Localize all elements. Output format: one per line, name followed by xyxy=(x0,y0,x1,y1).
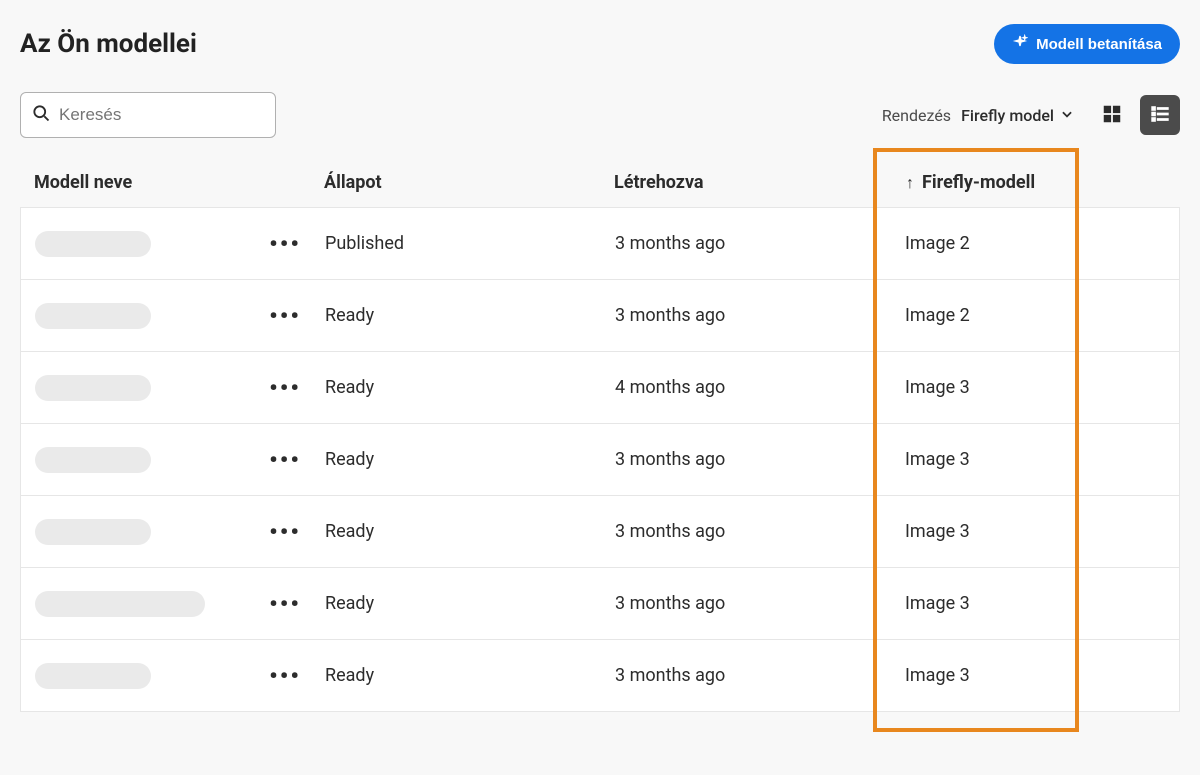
more-actions-button[interactable]: ••• xyxy=(269,230,301,258)
model-name-placeholder xyxy=(35,591,205,617)
page-title: Az Ön modellei xyxy=(20,29,197,59)
list-view-button[interactable] xyxy=(1140,95,1180,135)
table-row[interactable]: ••• Ready3 months agoImage 3 xyxy=(21,640,1179,712)
status-cell: Ready xyxy=(325,377,615,398)
created-cell: 4 months ago xyxy=(615,377,865,398)
table-row[interactable]: ••• Ready3 months agoImage 3 xyxy=(21,496,1179,568)
more-actions-button[interactable]: ••• xyxy=(269,302,301,330)
grid-view-button[interactable] xyxy=(1092,95,1132,135)
created-cell: 3 months ago xyxy=(615,305,865,326)
table-row[interactable]: ••• Ready3 months agoImage 3 xyxy=(21,424,1179,496)
firefly-model-cell: Image 3 xyxy=(865,521,1165,542)
table-row[interactable]: ••• Ready3 months agoImage 3 xyxy=(21,568,1179,640)
firefly-model-cell: Image 3 xyxy=(865,593,1165,614)
status-cell: Published xyxy=(325,233,615,254)
created-cell: 3 months ago xyxy=(615,593,865,614)
firefly-model-cell: Image 3 xyxy=(865,377,1165,398)
created-cell: 3 months ago xyxy=(615,449,865,470)
created-cell: 3 months ago xyxy=(615,521,865,542)
status-cell: Ready xyxy=(325,449,615,470)
more-actions-button[interactable]: ••• xyxy=(269,662,301,690)
firefly-model-cell: Image 3 xyxy=(865,665,1165,686)
table-row[interactable]: ••• Ready4 months agoImage 3 xyxy=(21,352,1179,424)
created-cell: 3 months ago xyxy=(615,233,865,254)
list-icon xyxy=(1149,103,1171,128)
model-name-placeholder xyxy=(35,375,151,401)
column-header-firefly[interactable]: ↑ Firefly-modell xyxy=(866,172,1166,193)
status-cell: Ready xyxy=(325,521,615,542)
column-header-created[interactable]: Létrehozva xyxy=(614,172,866,193)
column-header-status[interactable]: Állapot xyxy=(324,172,614,193)
more-actions-button[interactable]: ••• xyxy=(269,590,301,618)
search-field[interactable] xyxy=(20,92,276,138)
grid-icon xyxy=(1101,103,1123,128)
model-name-placeholder xyxy=(35,231,151,257)
sort-selected-value: Firefly model xyxy=(961,106,1054,125)
more-actions-button[interactable]: ••• xyxy=(269,518,301,546)
sort-select[interactable]: Firefly model xyxy=(961,106,1074,125)
table-row[interactable]: ••• Ready3 months agoImage 2 xyxy=(21,280,1179,352)
search-icon xyxy=(31,103,51,127)
train-model-button-label: Modell betanítása xyxy=(1036,36,1162,53)
firefly-model-cell: Image 3 xyxy=(865,449,1165,470)
status-cell: Ready xyxy=(325,665,615,686)
firefly-model-cell: Image 2 xyxy=(865,305,1165,326)
table-row[interactable]: ••• Published3 months agoImage 2 xyxy=(21,208,1179,280)
column-header-name[interactable]: Modell neve xyxy=(34,172,324,193)
more-actions-button[interactable]: ••• xyxy=(269,446,301,474)
created-cell: 3 months ago xyxy=(615,665,865,686)
status-cell: Ready xyxy=(325,305,615,326)
column-header-firefly-label: Firefly-modell xyxy=(922,172,1035,193)
firefly-model-cell: Image 2 xyxy=(865,233,1165,254)
search-input[interactable] xyxy=(51,99,288,131)
model-name-placeholder xyxy=(35,303,151,329)
model-name-placeholder xyxy=(35,519,151,545)
chevron-down-icon xyxy=(1060,106,1074,125)
sort-ascending-icon: ↑ xyxy=(906,173,914,193)
more-actions-button[interactable]: ••• xyxy=(269,374,301,402)
train-model-button[interactable]: Modell betanítása xyxy=(994,24,1180,64)
sort-label: Rendezés xyxy=(882,106,951,125)
table-header: Modell neve Állapot Létrehozva ↑ Firefly… xyxy=(20,166,1180,207)
sparkle-icon xyxy=(1012,34,1028,54)
model-name-placeholder xyxy=(35,663,151,689)
status-cell: Ready xyxy=(325,593,615,614)
model-name-placeholder xyxy=(35,447,151,473)
